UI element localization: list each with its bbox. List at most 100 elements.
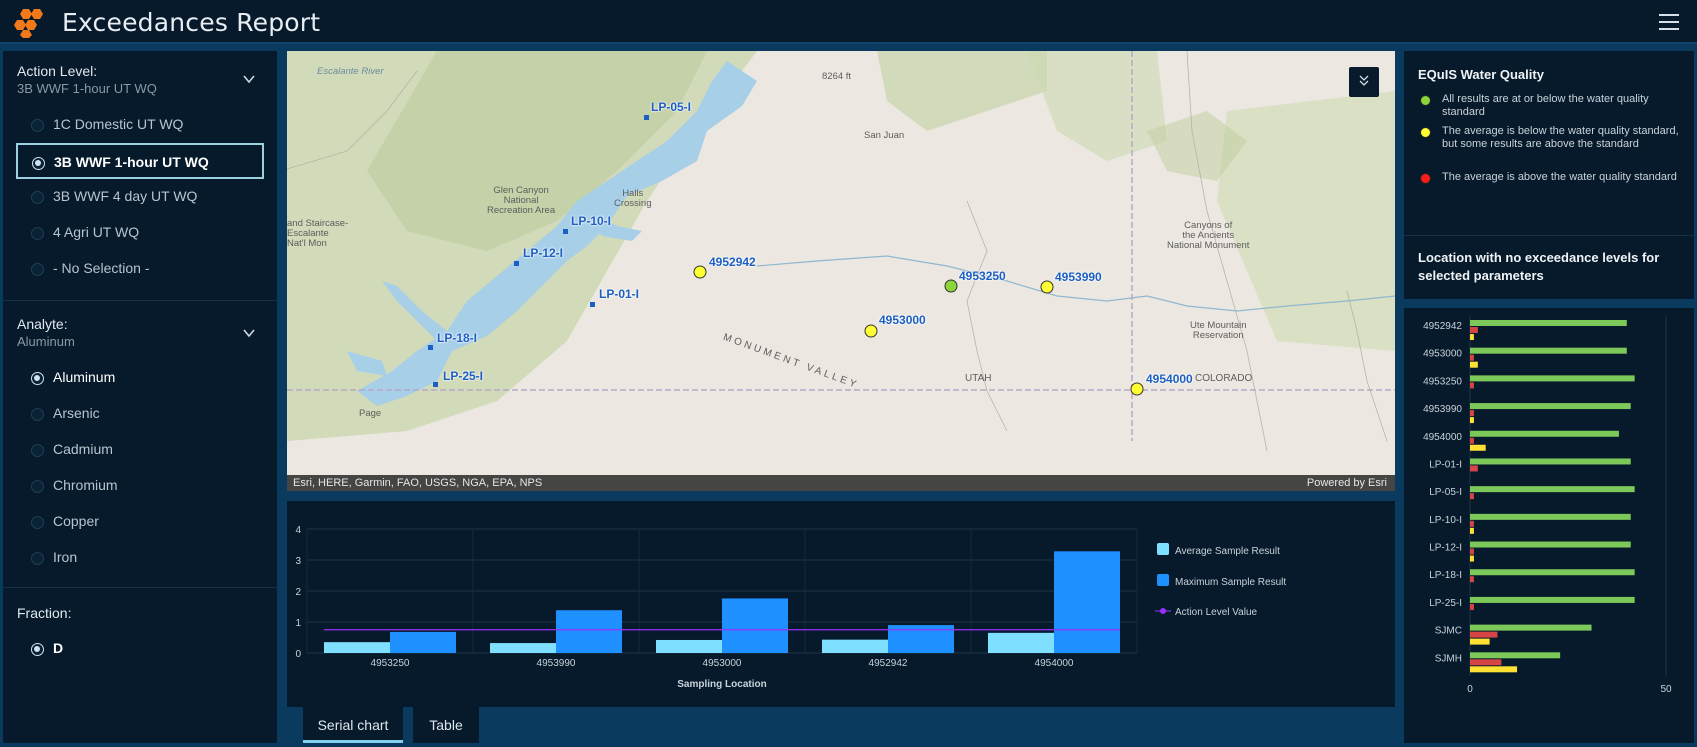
map-place-label: COLORADO	[1195, 373, 1253, 384]
radio-analyte-arsenic[interactable]: Arsenic	[17, 396, 263, 432]
radio-fraction-d[interactable]: D	[17, 631, 263, 667]
bar	[1470, 666, 1518, 673]
legend-item-text: The average is below the water quality s…	[1442, 125, 1679, 150]
bar	[1470, 347, 1627, 354]
map-site-label[interactable]: 4953000	[879, 313, 926, 327]
average-bar	[822, 639, 888, 653]
bar	[1470, 555, 1474, 562]
map-site-label[interactable]: LP-18-I	[437, 331, 477, 345]
y-tick-label: SJMC	[1435, 626, 1462, 637]
radio-action-4agri[interactable]: 4 Agri UT WQ	[17, 215, 263, 251]
x-tick-label: 4952942	[869, 658, 908, 669]
bar	[1470, 603, 1474, 610]
map-place-label: Glen Canyon National Recreation Area	[487, 185, 556, 216]
bar	[1470, 576, 1474, 583]
radio-analyte-aluminum[interactable]: Aluminum	[17, 360, 263, 396]
y-tick-label: LP-25-I	[1429, 598, 1462, 609]
legend-item-text: All results are at or below the water qu…	[1442, 93, 1649, 118]
y-tick-label: 4952942	[1423, 321, 1462, 332]
y-tick-label: SJMH	[1435, 653, 1462, 664]
legend-marker	[1160, 608, 1166, 614]
collapse-map-button[interactable]	[1349, 67, 1379, 97]
y-tick-label: 0	[295, 649, 301, 660]
map-site-label[interactable]: 4953990	[1055, 270, 1102, 284]
radio-action-1c[interactable]: 1C Domestic UT WQ	[17, 107, 263, 143]
y-tick-label: 1	[295, 618, 301, 629]
tab-table[interactable]: Table	[413, 707, 479, 743]
tab-serial-chart[interactable]: Serial chart	[303, 707, 403, 743]
bar	[1470, 382, 1474, 389]
hamburger-menu-icon[interactable]	[1659, 14, 1679, 30]
radio-label: Arsenic	[53, 405, 100, 421]
bar	[1470, 527, 1474, 534]
app-title: Exceedances Report	[62, 8, 321, 37]
bar	[1470, 458, 1631, 465]
bar	[1470, 596, 1635, 603]
radio-action-3b-1hour[interactable]: 3B WWF 1-hour UT WQ	[16, 143, 264, 179]
tab-label: Table	[429, 717, 463, 733]
bar	[1470, 659, 1502, 666]
bar	[1470, 437, 1474, 444]
bar	[1470, 403, 1631, 410]
filter-sidebar: Action Level: 3B WWF 1-hour UT WQ 1C Dom…	[3, 51, 277, 743]
map-place-label: Page	[359, 408, 382, 419]
chevron-down-icon[interactable]	[243, 327, 255, 339]
y-tick-label: 3	[295, 556, 301, 567]
radio-label: Chromium	[53, 477, 118, 493]
radio-label: D	[53, 640, 64, 656]
map-place-label: and Staircase- Escalante Nat'l Mon	[287, 218, 349, 249]
average-bar	[656, 639, 722, 653]
map-view[interactable]: LP-05-I LP-10-I LP-12-I LP-01-I LP-18-I …	[287, 51, 1395, 491]
bar	[1470, 375, 1635, 382]
map-place-label: 8264 ft	[822, 71, 852, 82]
map-site-label[interactable]: 4954000	[1146, 372, 1193, 386]
y-tick-label: 4953000	[1423, 349, 1462, 360]
powered-by-esri[interactable]: Powered by Esri	[1307, 477, 1387, 489]
radio-analyte-copper[interactable]: Copper	[17, 504, 263, 540]
average-bar	[324, 642, 390, 653]
radio-label: 3B WWF 4 day UT WQ	[53, 188, 198, 204]
radio-icon	[31, 408, 44, 421]
radio-action-none[interactable]: - No Selection -	[17, 251, 263, 287]
map-site-label[interactable]: LP-05-I	[651, 100, 691, 114]
location-bar-chart: 0 50 4952942 4953000 4953250 4953990 4954000 LP…	[1423, 316, 1672, 695]
bar	[1470, 417, 1474, 424]
analyte-title: Analyte:	[17, 316, 68, 332]
chevron-down-icon[interactable]	[243, 73, 255, 85]
map-site-label[interactable]: LP-25-I	[443, 369, 483, 383]
location-bar-chart-panel: 0 50 4952942 4953000 4953250 4953990 4954000 LP…	[1404, 308, 1694, 743]
radio-icon	[31, 552, 44, 565]
maximum-bar	[722, 598, 788, 653]
radio-label: 3B WWF 1-hour UT WQ	[54, 154, 209, 170]
radio-analyte-cadmium[interactable]: Cadmium	[17, 432, 263, 468]
legend-swatch	[1157, 574, 1169, 586]
radio-selected-icon	[31, 643, 44, 656]
radio-analyte-iron[interactable]: Iron	[17, 540, 263, 576]
map-site-label[interactable]: LP-01-I	[599, 287, 639, 301]
map-site-label[interactable]: LP-12-I	[523, 246, 563, 260]
bar	[1470, 320, 1627, 326]
legend-label: Action Level Value	[1175, 607, 1258, 618]
divider	[3, 587, 277, 588]
x-tick-label: 4953000	[703, 658, 742, 669]
radio-analyte-chromium[interactable]: Chromium	[17, 468, 263, 504]
map-site-label[interactable]: 4953250	[959, 269, 1006, 283]
radio-icon	[31, 119, 44, 132]
x-tick-label: 50	[1660, 684, 1672, 695]
maximum-bar	[390, 631, 456, 653]
bar	[1470, 486, 1635, 493]
bar	[1470, 520, 1474, 527]
map-place-label: Ute Mountain Reservation	[1190, 320, 1247, 341]
map-site-label[interactable]: 4952942	[709, 255, 756, 269]
map-place-label: Escalante River	[317, 66, 384, 77]
radio-action-3b-4day[interactable]: 3B WWF 4 day UT WQ	[17, 179, 263, 215]
radio-icon	[31, 480, 44, 493]
radio-icon	[31, 444, 44, 457]
map-site-label[interactable]: LP-10-I	[571, 214, 611, 228]
serial-chart: 0 1 2 3 4 4953250 4953990 4953000 4952942 4954000…	[295, 525, 1286, 690]
y-tick-label: LP-01-I	[1429, 459, 1462, 470]
y-tick-label: LP-05-I	[1429, 487, 1462, 498]
map-attribution-bar: Esri, HERE, Garmin, FAO, USGS, NGA, EPA,…	[287, 475, 1395, 491]
y-tick-label: LP-18-I	[1429, 570, 1462, 581]
legend-label: Maximum Sample Result	[1175, 577, 1286, 588]
